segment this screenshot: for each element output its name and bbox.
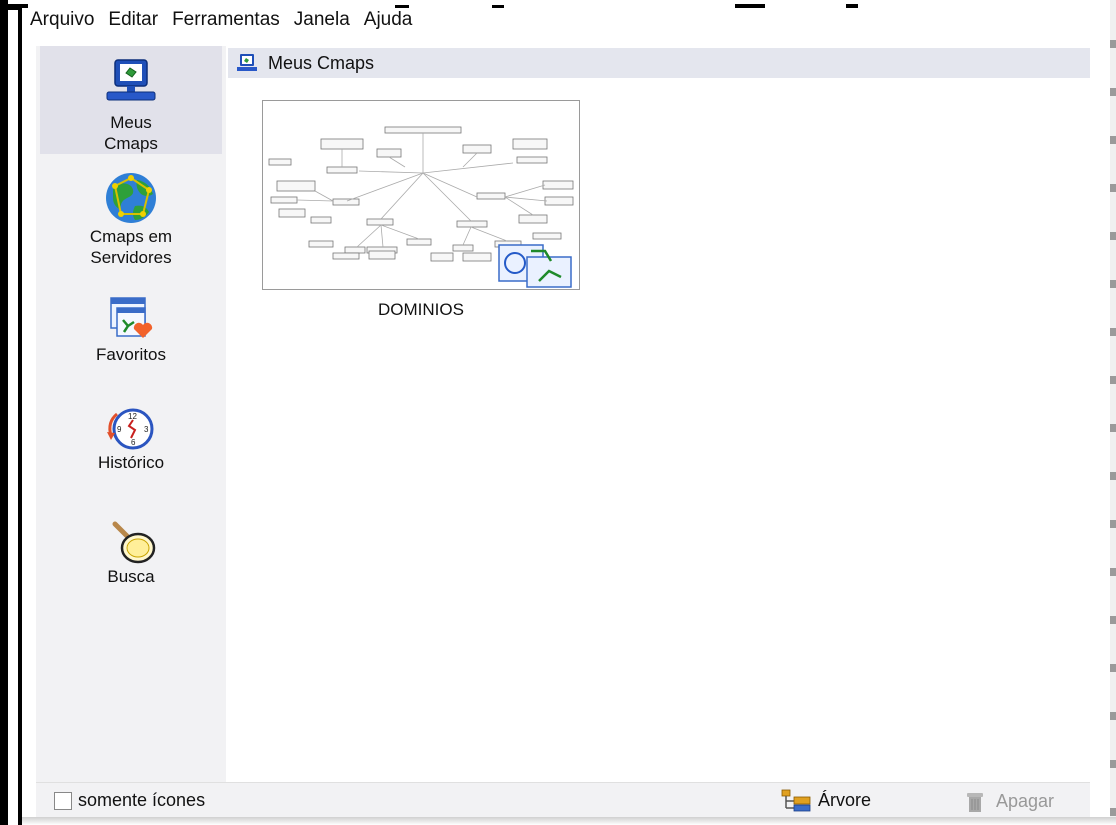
cmap-views-window: Arquivo Editar Ferramentas Janela Ajuda … <box>22 8 1116 817</box>
bottom-shadow <box>22 817 1116 825</box>
sidebar-item-favoritos[interactable]: Favoritos <box>40 294 222 374</box>
svg-text:3: 3 <box>144 425 149 434</box>
content-header: Meus Cmaps <box>228 48 1090 78</box>
tree-button[interactable]: Árvore <box>780 788 871 812</box>
trash-icon <box>967 793 983 812</box>
screen: Arquivo Editar Ferramentas Janela Ajuda … <box>0 0 1116 825</box>
favorites-icon <box>110 297 153 338</box>
right-edge-scrollmarks <box>1110 0 1116 825</box>
menu-ajuda[interactable]: Ajuda <box>356 8 419 32</box>
somente-icones-label[interactable]: somente ícones <box>78 790 205 811</box>
menu-ferramentas[interactable]: Ferramentas <box>164 8 286 32</box>
menu-arquivo[interactable]: Arquivo <box>22 8 100 32</box>
sidebar-item-cmaps-em-servidores[interactable]: Cmaps em Servidores <box>40 170 222 270</box>
somente-icones-checkbox[interactable] <box>54 792 72 810</box>
magnifier-icon <box>112 521 156 564</box>
menu-editar[interactable]: Editar <box>100 8 164 32</box>
content-area: DOMINIOS <box>228 80 1090 780</box>
sidebar-item-label: Busca <box>107 567 155 586</box>
sidebar: Meus Cmaps Cmaps em Servidores Favoritos… <box>36 46 226 782</box>
status-bar: somente ícones Árvore Apagar <box>36 782 1090 817</box>
delete-button[interactable]: Apagar <box>962 788 1054 814</box>
sidebar-item-label: Cmaps <box>104 134 158 153</box>
tree-button-label: Árvore <box>818 789 872 810</box>
tree-icon <box>781 789 811 812</box>
window-frame-left <box>0 0 8 825</box>
sidebar-item-label: Histórico <box>97 453 165 472</box>
sidebar-item-meus-cmaps[interactable]: Meus Cmaps <box>40 46 222 154</box>
sidebar-item-busca[interactable]: Busca <box>40 518 222 598</box>
computer-icon <box>237 54 257 71</box>
menu-janela[interactable]: Janela <box>286 8 356 32</box>
menu-bar: Arquivo Editar Ferramentas Janela Ajuda <box>22 8 1116 32</box>
svg-text:6: 6 <box>131 438 136 447</box>
concept-map-preview <box>268 126 574 288</box>
sidebar-item-label: Servidores <box>90 248 172 267</box>
svg-text:9: 9 <box>117 425 122 434</box>
cmap-item-label[interactable]: DOMINIOS <box>262 300 580 320</box>
globe-network-icon <box>106 173 156 223</box>
history-clock-icon: 12 9 3 6 <box>107 408 154 450</box>
sidebar-item-historico[interactable]: 12 9 3 6 Histórico <box>40 406 222 486</box>
sidebar-item-label: Meus <box>110 113 152 132</box>
svg-text:12: 12 <box>128 412 137 421</box>
cmap-thumbnail[interactable] <box>262 100 580 290</box>
delete-button-label: Apagar <box>996 790 1055 811</box>
content-header-title: Meus Cmaps <box>268 52 375 73</box>
computer-icon <box>106 59 156 101</box>
sidebar-item-label: Favoritos <box>96 345 166 364</box>
sidebar-item-label: Cmaps em <box>89 227 173 246</box>
